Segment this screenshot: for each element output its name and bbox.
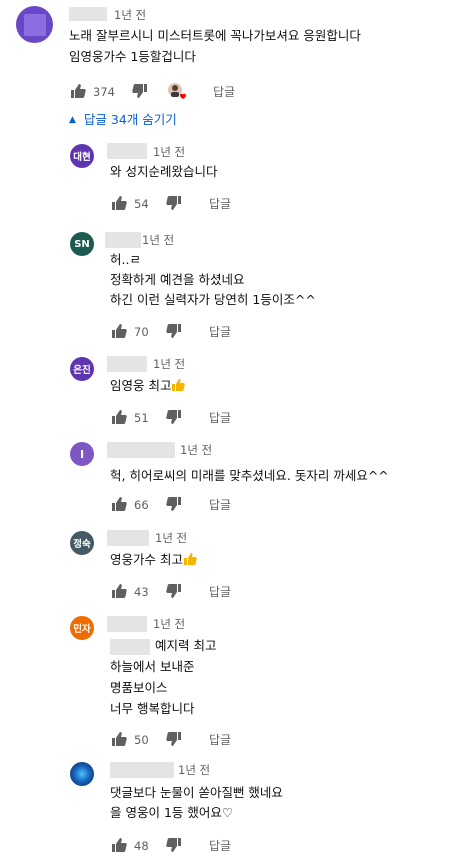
reply-button[interactable]: 답글 xyxy=(209,498,231,512)
like-count: 48 xyxy=(134,839,149,853)
comment-text-line-3: 명품보이스 xyxy=(110,680,168,695)
reply-comment: 정숙 1년 전 영웅가수 최고 43 답글 xyxy=(0,526,470,606)
dislike-icon[interactable] xyxy=(166,838,182,852)
comment-text-line-3: 하긴 이런 실력자가 당연히 1등이조^^ xyxy=(110,292,316,307)
avatar[interactable]: 정숙 xyxy=(70,531,94,555)
redacted-text xyxy=(110,639,150,655)
comment-time[interactable]: 1년 전 xyxy=(153,145,185,159)
avatar[interactable]: I xyxy=(70,442,94,466)
avatar[interactable]: 민자 xyxy=(70,616,94,640)
author-name-redacted[interactable] xyxy=(105,232,141,248)
comment-time[interactable]: 1년 전 xyxy=(178,763,210,777)
author-name-redacted[interactable] xyxy=(110,762,174,778)
dislike-icon[interactable] xyxy=(166,324,182,338)
reply-button[interactable]: 답글 xyxy=(209,733,231,747)
reply-comment: 민자 1년 전 예지력 최고 하늘에서 보내준 명품보이스 너무 행복합니다 5… xyxy=(0,612,470,752)
reply-comment: 은진 1년 전 임영웅 최고 51 답글 xyxy=(0,352,470,432)
author-name-redacted[interactable] xyxy=(69,7,107,21)
avatar[interactable] xyxy=(70,762,94,786)
like-icon[interactable] xyxy=(111,497,127,511)
chevron-up-icon: ▲ xyxy=(69,115,76,125)
comment-time[interactable]: 1년 전 xyxy=(114,8,146,22)
reply-comment: 대현 1년 전 와 성지순례왔습니다 54 답글 xyxy=(0,138,470,218)
like-count: 66 xyxy=(134,498,149,512)
reply-button[interactable]: 답글 xyxy=(209,585,231,599)
comment-text-line-2: 임영웅가수 1등할겁니다 xyxy=(69,49,196,64)
comment-text: 임영웅 최고 xyxy=(110,378,172,393)
like-icon[interactable] xyxy=(111,584,127,598)
comment-text-line-1: 허..ㄹ xyxy=(110,252,141,267)
comment-text-line-2: 을 영웅이 1등 했어요♡ xyxy=(110,805,234,820)
author-name-redacted[interactable] xyxy=(107,530,149,546)
comment-time[interactable]: 1년 전 xyxy=(180,443,212,457)
comment-text-line-1: 댓글보다 눈물이 쏟아질뻔 했네요 xyxy=(110,785,283,800)
dislike-icon[interactable] xyxy=(166,410,182,424)
author-name-redacted[interactable] xyxy=(107,616,147,632)
dislike-icon[interactable] xyxy=(132,84,148,98)
author-name-redacted[interactable] xyxy=(107,143,147,159)
dislike-icon[interactable] xyxy=(166,584,182,598)
reply-button[interactable]: 답글 xyxy=(209,839,231,853)
comment-text-line-1: 헉, 히어로씨의 미래를 맞추셨네요. 돗자리 까세요^^ xyxy=(110,468,389,483)
reply-button[interactable]: 답글 xyxy=(209,325,231,339)
like-icon[interactable] xyxy=(111,196,127,210)
comment-text-line-2: 하늘에서 보내준 xyxy=(110,659,195,674)
hide-replies-label: 답글 34개 숨기기 xyxy=(83,112,177,127)
comment-text-line-2: 정확하게 예견을 하셨네요 xyxy=(110,272,245,287)
like-count: 51 xyxy=(134,411,149,425)
thumbs-up-emoji-icon xyxy=(183,552,197,566)
comment-time[interactable]: 1년 전 xyxy=(142,233,174,247)
like-icon[interactable] xyxy=(111,838,127,852)
author-name-redacted[interactable] xyxy=(107,356,147,372)
comment-text-line-4: 너무 행복합니다 xyxy=(110,701,195,716)
top-comment: 1년 전 노래 잘부르시니 미스터트롯에 꼭나가보셔요 응원합니다 임영웅가수 … xyxy=(0,0,470,110)
like-count: 374 xyxy=(93,85,115,99)
like-count: 70 xyxy=(134,325,149,339)
avatar[interactable]: 대현 xyxy=(70,144,94,168)
like-count: 54 xyxy=(134,197,149,211)
dislike-icon[interactable] xyxy=(166,497,182,511)
like-icon[interactable] xyxy=(111,324,127,338)
avatar[interactable]: SN xyxy=(70,232,94,256)
like-icon[interactable] xyxy=(111,410,127,424)
comment-text-line-1: 와 성지순례왔습니다 xyxy=(110,164,218,179)
like-icon[interactable] xyxy=(111,732,127,746)
reply-comment: 1년 전 댓글보다 눈물이 쏟아질뻔 했네요 을 영웅이 1등 했어요♡ 48 … xyxy=(0,756,470,857)
creator-heart-icon xyxy=(166,82,186,102)
reply-comment: I 1년 전 헉, 히어로씨의 미래를 맞추셨네요. 돗자리 까세요^^ 66 … xyxy=(0,438,470,518)
comment-time[interactable]: 1년 전 xyxy=(155,531,187,545)
comment-time[interactable]: 1년 전 xyxy=(153,617,185,631)
reply-button[interactable]: 답글 xyxy=(209,411,231,425)
comment-text-line-1: 예지력 최고 xyxy=(155,638,217,653)
reply-button[interactable]: 답글 xyxy=(213,85,235,99)
like-icon[interactable] xyxy=(70,84,86,98)
like-count: 50 xyxy=(134,733,149,747)
avatar[interactable]: 은진 xyxy=(70,357,94,381)
thumbs-up-emoji-icon xyxy=(171,378,186,392)
comment-time[interactable]: 1년 전 xyxy=(153,357,185,371)
like-count: 43 xyxy=(134,585,149,599)
comment-text-line-1: 임영웅 최고 xyxy=(110,376,186,396)
author-name-redacted[interactable] xyxy=(107,442,175,458)
reply-button[interactable]: 답글 xyxy=(209,197,231,211)
comment-text: 영웅가수 최고 xyxy=(110,552,183,567)
comment-text-line-1: 노래 잘부르시니 미스터트롯에 꼭나가보셔요 응원합니다 xyxy=(69,28,361,43)
avatar[interactable] xyxy=(16,6,53,43)
hide-replies-button[interactable]: ▲ 답글 34개 숨기기 xyxy=(69,112,177,128)
dislike-icon[interactable] xyxy=(166,732,182,746)
reply-comment: SN 1년 전 허..ㄹ 정확하게 예견을 하셨네요 하긴 이런 실력자가 당연… xyxy=(0,228,470,348)
comment-text-line-1: 영웅가수 최고 xyxy=(110,550,197,570)
dislike-icon[interactable] xyxy=(166,196,182,210)
